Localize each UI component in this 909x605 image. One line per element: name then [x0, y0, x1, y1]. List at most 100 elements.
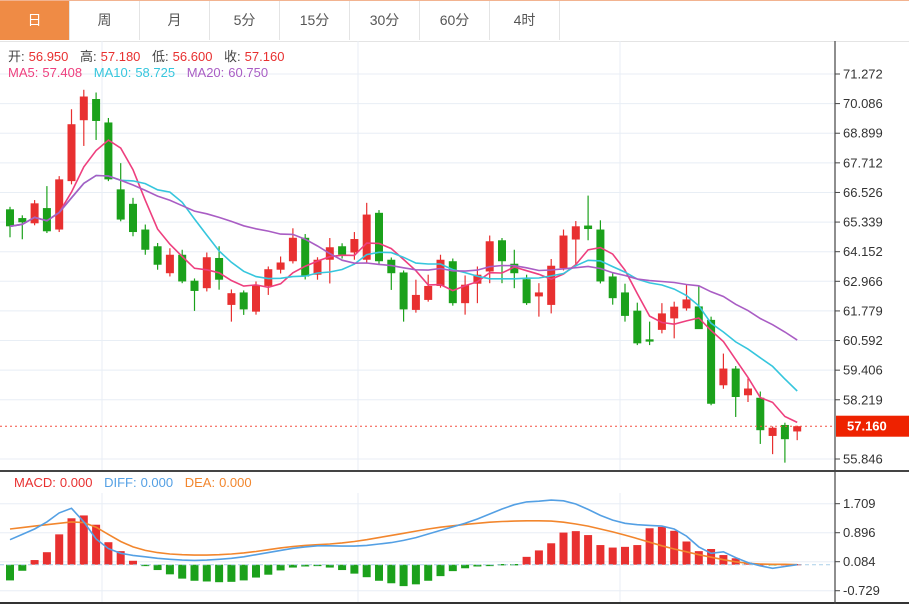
candle-body — [79, 96, 88, 121]
macd-bar — [227, 564, 236, 582]
candle-body — [252, 284, 260, 312]
candle-body — [559, 235, 568, 269]
candle-body — [534, 292, 543, 297]
macd-bar — [67, 518, 76, 565]
macd-bar — [350, 564, 359, 574]
macd-bar — [633, 545, 642, 565]
candle-body — [621, 292, 629, 316]
macd-bar — [584, 535, 593, 565]
candle-body — [547, 265, 556, 305]
macd-bar — [264, 564, 273, 575]
tab-日[interactable]: 日 — [0, 1, 70, 40]
macd-bar — [129, 560, 137, 565]
axis-tick-label: 68.899 — [843, 126, 883, 141]
candle-body — [756, 397, 765, 431]
macd-bar — [362, 564, 371, 578]
candle-body — [104, 122, 113, 180]
axis-tick-label: 0.084 — [843, 554, 876, 569]
current-price-badge: 57.160 — [836, 415, 909, 437]
macd-bar — [387, 564, 396, 584]
candle-body — [608, 276, 617, 299]
macd-bar — [6, 564, 14, 581]
period-tabbar: 日周月 5分 15分 30分 60分 4时 — [0, 1, 909, 42]
macd-bar — [202, 564, 211, 582]
macd-bar — [215, 564, 224, 583]
candle-body — [92, 99, 101, 121]
axis-tick-label: 64.152 — [843, 244, 883, 259]
macd-bar — [596, 545, 605, 565]
kline-chart-canvas[interactable]: 71.272 70.086 68.899 67.712 66.526 65.339 64.1… — [0, 41, 909, 605]
candle-body — [362, 214, 371, 260]
macd-bar — [375, 564, 383, 581]
candle-body — [719, 368, 728, 386]
macd-bar — [424, 564, 433, 581]
macd-bar — [239, 564, 248, 581]
tab-4时[interactable]: 4时 — [490, 1, 560, 40]
candle-body — [215, 257, 224, 280]
macd-bar — [399, 564, 408, 587]
candle-body — [288, 237, 297, 262]
candle-body — [682, 299, 691, 309]
macd-bar — [165, 564, 174, 575]
candle-body — [227, 293, 236, 305]
axis-tick-label: 61.779 — [843, 303, 883, 318]
tab-5分[interactable]: 5分 — [210, 1, 280, 40]
candle-body — [129, 203, 137, 233]
macd-bar — [30, 560, 39, 565]
axis-tick-label: 1.709 — [843, 496, 876, 511]
candle-body — [522, 279, 531, 304]
axis-tick-label: 0.896 — [843, 525, 876, 540]
candle-body — [18, 218, 27, 223]
tab-月[interactable]: 月 — [140, 1, 210, 40]
candle-body — [571, 226, 580, 240]
axis-tick-label: 70.086 — [843, 96, 883, 111]
axis-tick-label: 67.712 — [843, 155, 883, 170]
candle-body — [190, 280, 199, 291]
candle-body — [116, 189, 125, 220]
candle-body — [239, 292, 248, 310]
candle-body — [645, 339, 654, 342]
tab-60分[interactable]: 60分 — [420, 1, 490, 40]
macd-bar — [252, 564, 260, 578]
candle-body — [670, 306, 679, 319]
dea-line — [9, 519, 798, 566]
macd-bar — [522, 556, 531, 565]
candle-body — [375, 212, 383, 262]
candle-body — [338, 246, 347, 255]
candle-body — [731, 368, 740, 398]
macd-bar — [571, 531, 580, 565]
macd-bar — [92, 524, 101, 565]
candle-body — [498, 240, 506, 262]
macd-bar — [190, 564, 199, 581]
candle-body — [424, 285, 433, 300]
macd-bar — [621, 546, 629, 565]
candle-body — [165, 254, 174, 274]
axis-tick-label: 58.219 — [843, 392, 883, 407]
axis-tick-label: 65.339 — [843, 215, 883, 230]
macd-bar — [178, 564, 187, 579]
candle-body — [153, 246, 162, 265]
tab-30分[interactable]: 30分 — [350, 1, 420, 40]
candle-body — [399, 272, 408, 310]
axis-tick-label: 66.526 — [843, 185, 883, 200]
macd-bar — [534, 550, 543, 565]
candle-body — [411, 294, 420, 310]
candle-body — [793, 426, 802, 432]
axis-tick-label: 71.272 — [843, 67, 883, 82]
macd-bar — [547, 543, 556, 565]
macd-bar — [645, 528, 654, 565]
macd-bar — [411, 564, 420, 585]
macd-bar — [608, 547, 617, 565]
tab-15分[interactable]: 15分 — [280, 1, 350, 40]
candle-body — [30, 203, 39, 224]
macd-bar — [276, 564, 285, 571]
candle-body — [202, 257, 211, 289]
kline-app: 日周月 5分 15分 30分 60分 4时 71.272 70.086 68.899 67.71… — [0, 0, 909, 605]
chart-area: 71.272 70.086 68.899 67.712 66.526 65.339 64.1… — [0, 41, 909, 605]
tab-周[interactable]: 周 — [70, 1, 140, 40]
candle-body — [6, 209, 14, 227]
macd-bar — [42, 552, 51, 565]
candle-body — [768, 427, 777, 436]
macd-bar — [694, 551, 703, 565]
macd-bar — [448, 564, 457, 572]
